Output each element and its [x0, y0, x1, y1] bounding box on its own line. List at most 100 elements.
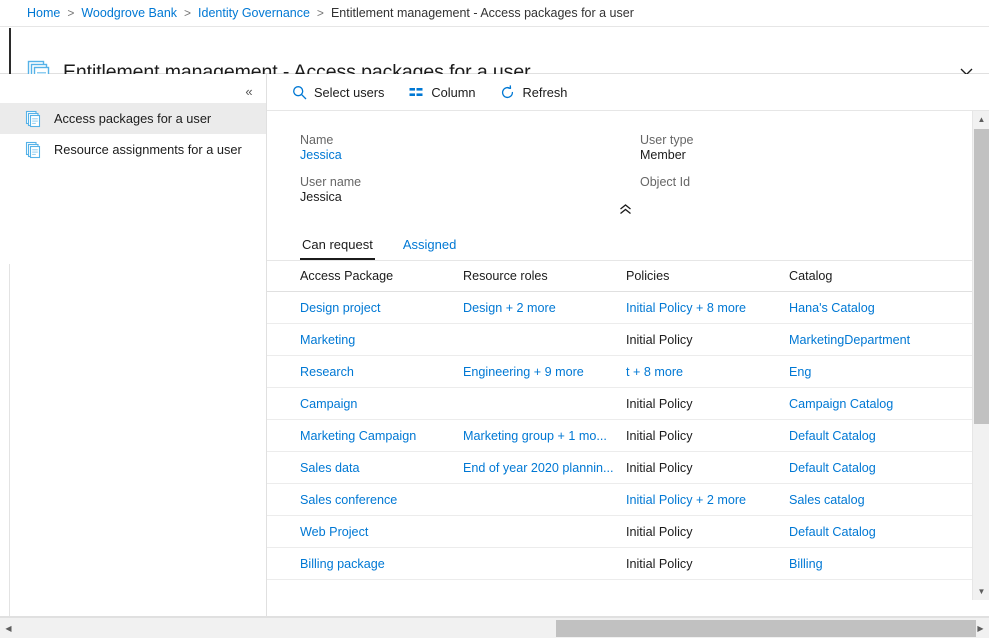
cell-resource-roles[interactable]: Design + 2 more: [463, 301, 626, 315]
blade-main: Select users Column Refresh NameJessicaU…: [267, 74, 989, 617]
summary-label: Object Id: [640, 175, 694, 189]
cell-catalog[interactable]: MarketingDepartment: [789, 333, 949, 347]
cell-policies[interactable]: Initial Policy + 2 more: [626, 493, 789, 507]
cell-access-package[interactable]: Sales data: [300, 461, 463, 475]
content-scroll-area: NameJessicaUser nameJessica User typeMem…: [267, 111, 972, 600]
cell-catalog[interactable]: Sales catalog: [789, 493, 949, 507]
sidebar-item-label: Resource assignments for a user: [54, 142, 242, 157]
breadcrumb-separator: >: [67, 6, 74, 20]
azure-portal-blade: Home > Woodgrove Bank > Identity Governance >…: [0, 0, 989, 638]
scroll-down-icon[interactable]: ▼: [973, 583, 989, 600]
cell-policies[interactable]: t + 8 more: [626, 365, 789, 379]
cell-policies: Initial Policy: [626, 397, 789, 411]
cell-catalog[interactable]: Billing: [789, 557, 949, 571]
table-row[interactable]: Sales dataEnd of year 2020 plannin...Ini…: [267, 452, 972, 484]
summary-label: User name: [300, 175, 361, 189]
breadcrumb-item-3[interactable]: Identity Governance: [198, 6, 310, 20]
cell-catalog[interactable]: Default Catalog: [789, 525, 949, 539]
sidebar-item-label: Access packages for a user: [54, 111, 211, 126]
nav-item-list: Access packages for a user Resource assi…: [0, 103, 266, 165]
user-summary-panel: NameJessicaUser nameJessica User typeMem…: [267, 111, 972, 224]
refresh-icon: [500, 84, 516, 100]
command-toolbar: Select users Column Refresh: [267, 74, 989, 111]
blade-left-nav: « Access packages for a user Resource as…: [0, 74, 267, 617]
cell-policies: Initial Policy: [626, 525, 789, 539]
cell-catalog[interactable]: Default Catalog: [789, 429, 949, 443]
tab-assigned[interactable]: Assigned: [401, 237, 458, 260]
toolbar-button-label: Column: [431, 85, 475, 100]
cell-access-package[interactable]: Design project: [300, 301, 463, 315]
column-header-2[interactable]: Resource roles: [463, 269, 626, 283]
vertical-scrollbar-thumb[interactable]: [974, 129, 989, 424]
cell-access-package[interactable]: Marketing: [300, 333, 463, 347]
tab-can-request[interactable]: Can request: [300, 237, 375, 260]
cell-policies: Initial Policy: [626, 557, 789, 571]
table-row[interactable]: Billing package Initial PolicyBilling: [267, 548, 972, 580]
breadcrumb-item-4: Entitlement management - Access packages…: [331, 6, 634, 20]
cell-catalog[interactable]: Hana's Catalog: [789, 301, 949, 315]
collapse-nav-icon[interactable]: «: [238, 80, 260, 102]
cell-access-package[interactable]: Campaign: [300, 397, 463, 411]
breadcrumb-item-2[interactable]: Woodgrove Bank: [81, 6, 177, 20]
cell-access-package[interactable]: Marketing Campaign: [300, 429, 463, 443]
table-row[interactable]: Marketing Initial PolicyMarketingDepartme…: [267, 324, 972, 356]
cell-access-package[interactable]: Sales conference: [300, 493, 463, 507]
cell-resource-roles[interactable]: End of year 2020 plannin...: [463, 461, 626, 475]
collapse-summary-icon[interactable]: [607, 199, 643, 219]
breadcrumb-separator: >: [317, 6, 324, 20]
toolbar-button-select-users[interactable]: Select users: [291, 78, 384, 106]
table-row[interactable]: Design projectDesign + 2 moreInitial Pol…: [267, 292, 972, 324]
tab-list: Can request Assigned: [267, 224, 972, 261]
table-row[interactable]: Sales conference Initial Policy + 2 moreS…: [267, 484, 972, 516]
table-row[interactable]: Campaign Initial PolicyCampaign Catalog: [267, 388, 972, 420]
user-summary-right-column: User typeMember Object Id: [640, 133, 694, 217]
summary-value: Jessica: [300, 190, 361, 205]
cell-resource-roles[interactable]: Engineering + 9 more: [463, 365, 626, 379]
sidebar-item-2[interactable]: Resource assignments for a user: [0, 134, 266, 165]
toolbar-button-label: Refresh: [523, 85, 568, 100]
search-icon: [291, 84, 307, 100]
scroll-right-icon[interactable]: ▶: [972, 618, 989, 638]
cell-access-package[interactable]: Research: [300, 365, 463, 379]
toolbar-button-refresh[interactable]: Refresh: [500, 78, 568, 106]
table-header-row: Access PackageResource rolesPoliciesCata…: [267, 261, 972, 292]
sidebar-item-1[interactable]: Access packages for a user: [0, 103, 266, 134]
breadcrumb-item-1[interactable]: Home: [27, 6, 60, 20]
cell-policies: Initial Policy: [626, 333, 789, 347]
summary-value[interactable]: Jessica: [300, 148, 361, 163]
columns-icon: [408, 84, 424, 100]
summary-value: Member: [640, 148, 694, 163]
nav-divider: [9, 264, 10, 638]
summary-label: Name: [300, 133, 361, 147]
table-row[interactable]: Web Project Initial PolicyDefault Catalog: [267, 516, 972, 548]
column-header-4[interactable]: Catalog: [789, 269, 949, 283]
documents-stack-icon: [25, 141, 43, 159]
breadcrumb: Home > Woodgrove Bank > Identity Governance >…: [0, 0, 989, 27]
cell-resource-roles[interactable]: Marketing group + 1 mo...: [463, 429, 626, 443]
cell-catalog[interactable]: Campaign Catalog: [789, 397, 949, 411]
summary-value: [640, 190, 694, 205]
column-header-3[interactable]: Policies: [626, 269, 789, 283]
horizontal-scrollbar-thumb[interactable]: [556, 620, 976, 637]
breadcrumb-separator: >: [184, 6, 191, 20]
cell-policies[interactable]: Initial Policy + 8 more: [626, 301, 789, 315]
cell-access-package[interactable]: Web Project: [300, 525, 463, 539]
horizontal-scrollbar[interactable]: ◀ ▶: [0, 617, 989, 638]
cell-catalog[interactable]: Eng: [789, 365, 949, 379]
toolbar-button-label: Select users: [314, 85, 384, 100]
user-summary-left-column: NameJessicaUser nameJessica: [300, 133, 361, 217]
table-row[interactable]: ResearchEngineering + 9 moret + 8 moreEn…: [267, 356, 972, 388]
toolbar-button-column[interactable]: Column: [408, 78, 475, 106]
cell-catalog[interactable]: Default Catalog: [789, 461, 949, 475]
scroll-up-icon[interactable]: ▲: [973, 111, 989, 128]
summary-label: User type: [640, 133, 694, 147]
scroll-left-icon[interactable]: ◀: [0, 618, 17, 638]
cell-access-package[interactable]: Billing package: [300, 557, 463, 571]
access-packages-table: Access PackageResource rolesPoliciesCata…: [267, 261, 972, 580]
column-header-1[interactable]: Access Package: [300, 269, 463, 283]
cell-policies: Initial Policy: [626, 461, 789, 475]
documents-stack-icon: [25, 110, 43, 128]
blade-title-bar: Entitlement management - Access packages…: [0, 27, 989, 74]
vertical-scrollbar[interactable]: ▲ ▼: [972, 111, 989, 600]
table-row[interactable]: Marketing CampaignMarketing group + 1 mo…: [267, 420, 972, 452]
